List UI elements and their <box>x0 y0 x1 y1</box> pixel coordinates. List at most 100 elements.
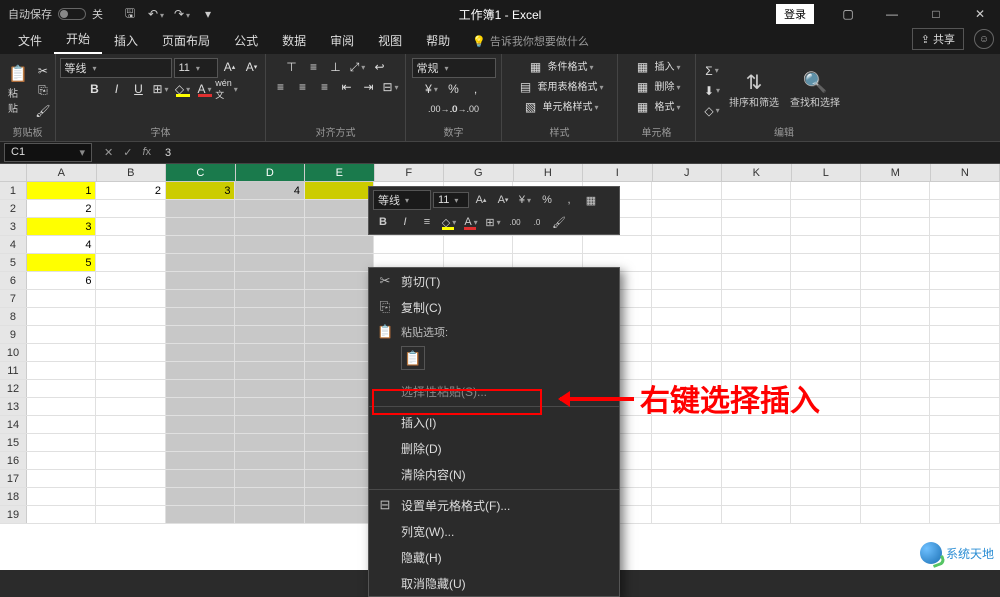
cell[interactable] <box>235 200 305 217</box>
align-top-icon[interactable]: ⊤ <box>282 58 302 76</box>
cell[interactable] <box>235 326 305 343</box>
font-size-combo[interactable]: 11 <box>174 58 218 78</box>
column-header-N[interactable]: N <box>931 164 1000 181</box>
mini-font-color-icon[interactable]: A <box>461 213 481 231</box>
paste-option-default[interactable]: 📋 <box>401 346 425 370</box>
cell[interactable] <box>791 326 861 343</box>
cond-format-button[interactable]: ▦条件格式 <box>525 58 593 76</box>
cell[interactable] <box>166 254 236 271</box>
mini-comma-icon[interactable]: , <box>559 191 579 209</box>
cell[interactable] <box>652 488 722 505</box>
cell[interactable] <box>166 470 236 487</box>
cell[interactable] <box>305 506 375 523</box>
cell[interactable] <box>96 362 166 379</box>
paste-button[interactable]: 📋 粘贴 <box>6 67 30 115</box>
cell[interactable] <box>652 326 722 343</box>
cell[interactable] <box>791 308 861 325</box>
cell[interactable] <box>652 452 722 469</box>
autosum-icon[interactable]: Σ <box>702 62 722 80</box>
formula-input[interactable]: 3 <box>159 147 1000 159</box>
cell[interactable]: 3 <box>166 182 236 199</box>
row-header[interactable]: 3 <box>0 218 27 235</box>
cell[interactable] <box>861 344 931 361</box>
cell[interactable] <box>27 290 97 307</box>
cell[interactable] <box>930 218 1000 235</box>
row-header[interactable]: 7 <box>0 290 27 307</box>
border-icon[interactable]: ⊞ <box>151 80 171 98</box>
currency-icon[interactable]: ¥ <box>422 80 442 98</box>
cell[interactable] <box>861 470 931 487</box>
cell[interactable] <box>166 236 236 253</box>
cell-styles-button[interactable]: ▧单元格样式 <box>520 98 598 116</box>
cell[interactable]: 1 <box>27 182 97 199</box>
mini-dec-decimal-icon[interactable]: .0 <box>527 213 547 231</box>
cell[interactable] <box>96 380 166 397</box>
cell[interactable] <box>930 506 1000 523</box>
mini-border-icon[interactable]: ⊞ <box>483 213 503 231</box>
cell[interactable] <box>27 452 97 469</box>
cell[interactable] <box>27 326 97 343</box>
bold-icon[interactable]: B <box>85 80 105 98</box>
cell[interactable] <box>722 218 792 235</box>
row-header[interactable]: 1 <box>0 182 27 199</box>
cell[interactable] <box>235 416 305 433</box>
cell[interactable] <box>235 344 305 361</box>
cell[interactable] <box>722 344 792 361</box>
cell[interactable] <box>305 272 375 289</box>
cell[interactable] <box>722 452 792 469</box>
row-header[interactable]: 8 <box>0 308 27 325</box>
ctx-delete[interactable]: 删除(D) <box>369 435 619 461</box>
row-header[interactable]: 12 <box>0 380 27 397</box>
cell[interactable] <box>27 416 97 433</box>
mini-align-center-icon[interactable]: ≡ <box>417 213 437 231</box>
row-header[interactable]: 13 <box>0 398 27 415</box>
clear-icon[interactable]: ◇ <box>702 102 722 120</box>
column-header-G[interactable]: G <box>444 164 514 181</box>
cell[interactable] <box>166 218 236 235</box>
cell[interactable] <box>27 506 97 523</box>
cell[interactable] <box>27 434 97 451</box>
name-box[interactable]: C1▾ <box>4 143 92 162</box>
column-header-B[interactable]: B <box>97 164 167 181</box>
cell[interactable] <box>652 434 722 451</box>
mini-grow-font-icon[interactable]: A▴ <box>471 191 491 209</box>
row-header[interactable]: 9 <box>0 326 27 343</box>
column-header-F[interactable]: F <box>375 164 445 181</box>
cell[interactable] <box>444 236 514 253</box>
cell[interactable] <box>96 218 166 235</box>
cell[interactable] <box>930 272 1000 289</box>
cell[interactable] <box>930 452 1000 469</box>
cell[interactable] <box>166 344 236 361</box>
mini-inc-decimal-icon[interactable]: .00 <box>505 213 525 231</box>
cell[interactable] <box>791 434 861 451</box>
cell[interactable] <box>305 416 375 433</box>
cell[interactable] <box>861 308 931 325</box>
cell[interactable] <box>791 272 861 289</box>
orientation-icon[interactable]: ⤢ <box>348 58 368 76</box>
italic-icon[interactable]: I <box>107 80 127 98</box>
maximize-icon[interactable]: □ <box>916 0 956 28</box>
cell[interactable] <box>861 488 931 505</box>
cell[interactable]: 2 <box>27 200 97 217</box>
cell[interactable]: 2 <box>96 182 166 199</box>
cell[interactable] <box>652 470 722 487</box>
align-middle-icon[interactable]: ≡ <box>304 58 324 76</box>
cell[interactable] <box>166 200 236 217</box>
cell[interactable] <box>96 308 166 325</box>
column-header-J[interactable]: J <box>653 164 723 181</box>
cell[interactable] <box>861 452 931 469</box>
cell[interactable] <box>96 200 166 217</box>
merge-icon[interactable]: ⊟ <box>381 78 401 96</box>
cell[interactable]: 3 <box>27 218 97 235</box>
cell[interactable] <box>96 272 166 289</box>
cell[interactable] <box>722 326 792 343</box>
ribbon-options-icon[interactable]: ▢ <box>828 0 868 28</box>
cell[interactable] <box>930 290 1000 307</box>
cell[interactable] <box>166 290 236 307</box>
cell[interactable] <box>235 434 305 451</box>
tell-me-search[interactable]: 💡 告诉我你想要做什么 <box>462 33 599 54</box>
cell[interactable] <box>930 416 1000 433</box>
cell[interactable] <box>652 254 722 271</box>
cell[interactable]: 4 <box>235 182 305 199</box>
tab-home[interactable]: 开始 <box>54 25 102 54</box>
